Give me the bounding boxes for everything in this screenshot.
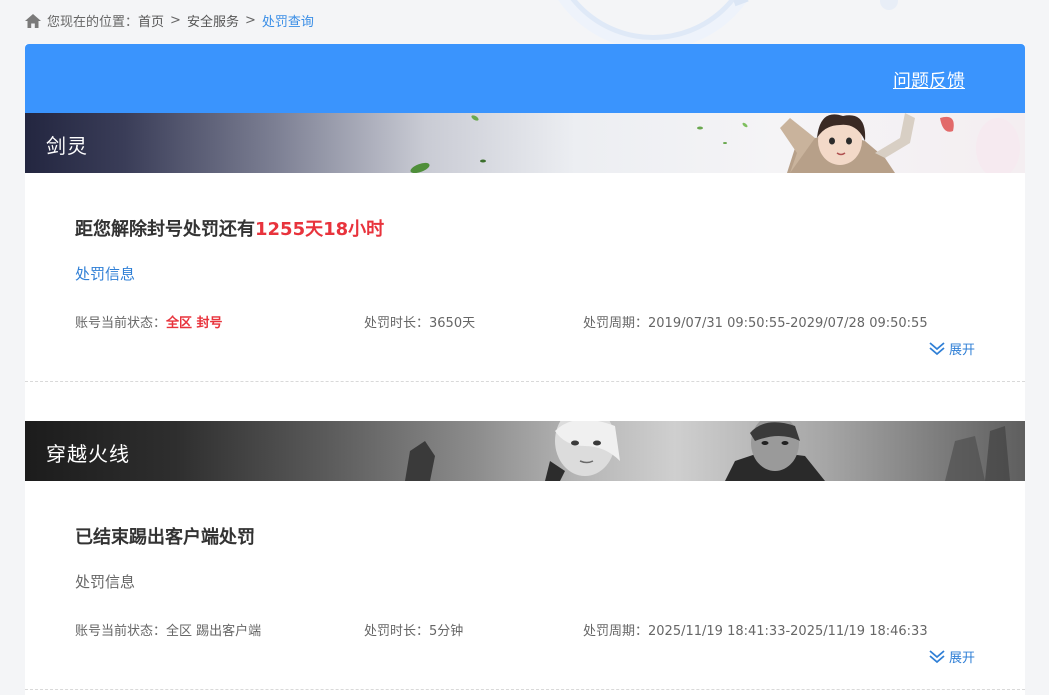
page: 您现在的位置： 首页 > 安全服务 > 处罚查询 问题反馈 剑灵 距您解除封号处… <box>0 0 1049 695</box>
status-label: 账号当前状态： <box>75 316 167 331</box>
status-label: 账号当前状态： <box>75 624 167 639</box>
breadcrumb-home-link[interactable]: 首页 <box>138 11 164 30</box>
breadcrumb-prefix: 您现在的位置： <box>47 15 139 30</box>
penalty-period: 处罚周期：2019/07/31 09:50:55-2029/07/28 09:5… <box>583 312 928 331</box>
penalty-section-crossfire: 已结束踢出客户端处罚 处罚信息 账号当前状态：全区 踢出客户端 处罚时长：5分钟… <box>25 481 1025 690</box>
duration-label: 处罚时长： <box>364 624 430 639</box>
penalty-panel: 问题反馈 剑灵 距您解除封号处罚还有1255天18小时 处罚信息 账号当前状态：… <box>25 44 1025 695</box>
panel-header: 问题反馈 <box>25 44 1025 113</box>
penalty-headline: 距您解除封号处罚还有1255天18小时 <box>75 215 384 241</box>
period-value: 2025/11/19 18:41:33-2025/11/19 18:46:33 <box>648 624 928 639</box>
status-value: 全区 封号 <box>166 316 223 331</box>
game-title: 穿越火线 <box>46 442 130 466</box>
remaining-time: 1255天18小时 <box>255 219 385 240</box>
penalty-info-link[interactable]: 处罚信息 <box>75 263 135 284</box>
decorative-mark <box>733 0 749 7</box>
expand-button[interactable]: 展开 <box>929 647 975 666</box>
banner-character-art <box>410 113 1020 173</box>
penalty-info-label: 处罚信息 <box>75 573 136 591</box>
expand-button[interactable]: 展开 <box>929 339 975 358</box>
duration-label: 处罚时长： <box>364 316 430 331</box>
status-value: 全区 踢出客户端 <box>166 624 262 639</box>
period-label: 处罚周期： <box>583 624 649 639</box>
expand-label: 展开 <box>948 343 975 358</box>
expand-label: 展开 <box>948 651 975 666</box>
breadcrumb-security-link[interactable]: 安全服务 <box>187 11 239 30</box>
penalty-headline: 已结束踢出客户端处罚 <box>75 523 255 549</box>
decorative-dot <box>880 0 898 10</box>
period-label: 处罚周期： <box>583 316 649 331</box>
breadcrumb: 您现在的位置： 首页 > 安全服务 > 处罚查询 <box>25 11 314 30</box>
penalty-period: 处罚周期：2025/11/19 18:41:33-2025/11/19 18:4… <box>583 620 928 639</box>
double-chevron-down-icon <box>929 649 945 663</box>
decorative-circle <box>548 0 758 40</box>
section-gap <box>25 382 1025 421</box>
duration-value: 3650天 <box>429 316 476 331</box>
period-value: 2019/07/31 09:50:55-2029/07/28 09:50:55 <box>648 316 928 331</box>
home-icon[interactable] <box>25 13 41 28</box>
game-title: 剑灵 <box>46 134 88 158</box>
double-chevron-down-icon <box>929 341 945 355</box>
feedback-link[interactable]: 问题反馈 <box>893 67 965 93</box>
penalty-duration: 处罚时长：3650天 <box>364 312 475 331</box>
breadcrumb-separator: > <box>170 13 181 28</box>
headline-text: 已结束踢出客户端处罚 <box>75 527 255 548</box>
game-banner-jianling: 剑灵 <box>25 113 1025 173</box>
breadcrumb-separator: > <box>244 13 256 28</box>
account-status: 账号当前状态：全区 封号 <box>75 312 223 331</box>
banner-character-art <box>405 421 1010 481</box>
penalty-section-jianling: 距您解除封号处罚还有1255天18小时 处罚信息 账号当前状态：全区 封号 处罚… <box>25 173 1025 382</box>
headline-text: 距您解除封号处罚还有 <box>75 219 255 240</box>
account-status: 账号当前状态：全区 踢出客户端 <box>75 620 261 639</box>
breadcrumb-current[interactable]: 处罚查询 <box>262 11 314 30</box>
penalty-duration: 处罚时长：5分钟 <box>364 620 463 639</box>
duration-value: 5分钟 <box>429 624 464 639</box>
game-banner-crossfire: 穿越火线 <box>25 421 1025 481</box>
